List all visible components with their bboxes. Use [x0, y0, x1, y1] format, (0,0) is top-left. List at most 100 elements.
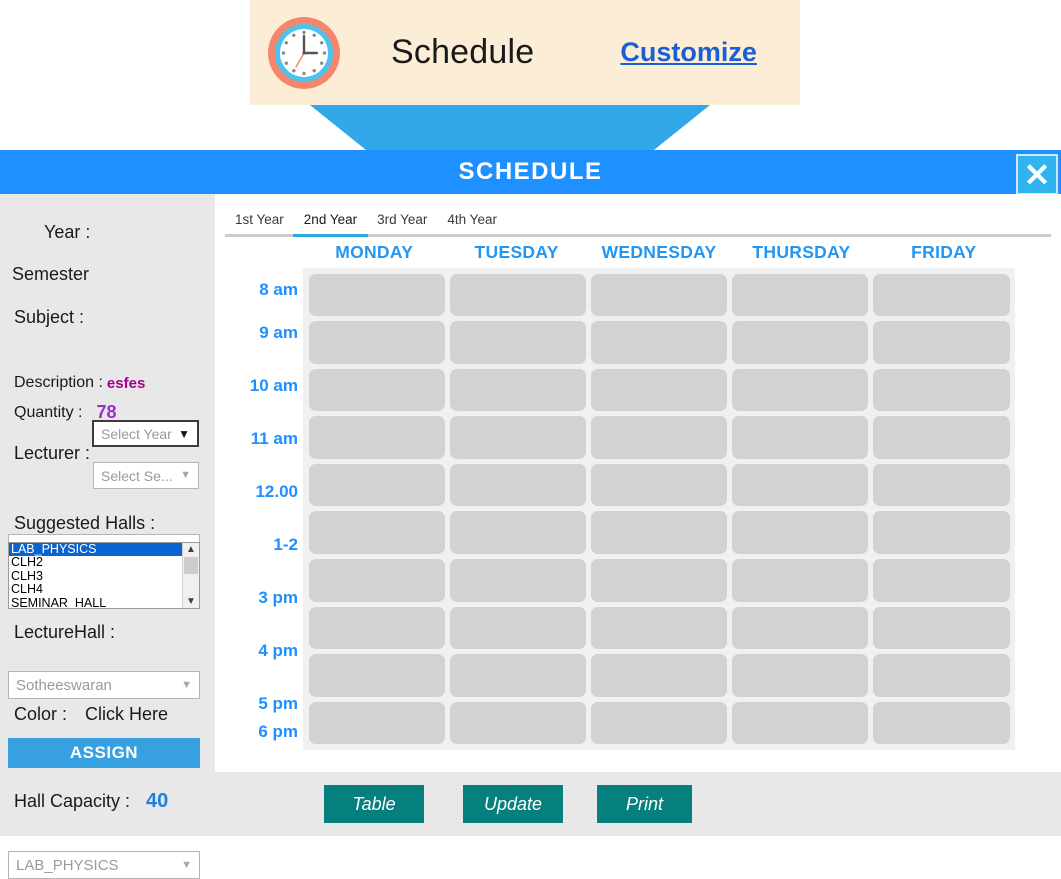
scrollbar-thumb[interactable] [184, 557, 198, 574]
schedule-cell[interactable] [308, 654, 445, 697]
customize-link[interactable]: Customize [620, 37, 757, 68]
page-title: SCHEDULE [458, 158, 603, 185]
banner-arrow [310, 105, 710, 150]
tab-year-3[interactable]: 3rd Year [367, 206, 437, 234]
schedule-cell[interactable] [449, 416, 586, 459]
schedule-cell[interactable] [308, 463, 445, 507]
grid-row [306, 461, 1012, 509]
schedule-cell[interactable] [732, 559, 869, 602]
list-item[interactable]: SEMINAR_HALL [9, 596, 183, 608]
tab-year-1[interactable]: 1st Year [225, 206, 294, 234]
schedule-cell[interactable] [308, 701, 445, 745]
year-row: Year : [44, 222, 90, 243]
schedule-cell[interactable] [449, 511, 586, 555]
color-click-here-link[interactable]: Click Here [85, 704, 168, 725]
year-label: Year : [44, 222, 91, 242]
schedule-cell[interactable] [449, 606, 586, 650]
schedule-cell[interactable] [449, 368, 586, 412]
schedule-cell[interactable] [732, 701, 869, 745]
grid-row [306, 509, 1012, 557]
schedule-cell[interactable] [590, 654, 728, 697]
scroll-up-icon[interactable]: ▲ [183, 543, 199, 556]
schedule-cell[interactable] [449, 654, 586, 697]
schedule-cell[interactable] [732, 273, 869, 317]
schedule-cell[interactable] [732, 654, 869, 697]
schedule-cell[interactable] [873, 273, 1010, 317]
list-item[interactable]: LAB_PHYSICS [9, 543, 183, 557]
schedule-cell[interactable] [873, 701, 1010, 745]
schedule-cell[interactable] [873, 511, 1010, 555]
tab-year-4[interactable]: 4th Year [437, 206, 507, 234]
schedule-cell[interactable] [590, 559, 728, 602]
update-button[interactable]: Update [463, 785, 563, 823]
schedule-cell[interactable] [732, 368, 869, 412]
scroll-down-icon[interactable]: ▼ [183, 595, 199, 608]
schedule-cell[interactable] [308, 368, 445, 412]
schedule-cell[interactable] [308, 559, 445, 602]
color-row: Color : Click Here [14, 704, 168, 725]
semester-value: Select Se... [101, 467, 173, 484]
list-item[interactable]: CLH4 [9, 582, 183, 596]
chevron-down-icon: ▼ [181, 858, 192, 871]
year-select[interactable]: Select Year ▼ [92, 420, 199, 447]
schedule-cell[interactable] [590, 606, 728, 650]
schedule-cell[interactable] [732, 463, 869, 507]
schedule-cell[interactable] [449, 559, 586, 602]
schedule-cell[interactable] [873, 654, 1010, 697]
table-button[interactable]: Table [324, 785, 424, 823]
schedule-cell[interactable] [590, 416, 728, 459]
suggested-halls-listbox[interactable]: LAB_PHYSICS CLH2 CLH3 CLH4 SEMINAR_HALL ▲ ▼ [8, 542, 200, 609]
lecturer-label: Lecturer : [14, 443, 91, 463]
schedule-cell[interactable] [590, 321, 728, 364]
schedule-cell[interactable] [308, 606, 445, 650]
description-label: Description : [14, 374, 103, 391]
chevron-down-icon: ▼ [178, 426, 190, 441]
schedule-cell[interactable] [732, 606, 869, 650]
listbox-scrollbar[interactable]: ▲ ▼ [182, 543, 199, 608]
lecturehall-label: LectureHall : [14, 622, 116, 642]
schedule-cell[interactable] [873, 606, 1010, 650]
lecturehall-select[interactable]: LAB_PHYSICS ▼ [8, 851, 200, 879]
schedule-cell[interactable] [590, 273, 728, 317]
schedule-cell[interactable] [873, 368, 1010, 412]
schedule-cell[interactable] [732, 321, 869, 364]
time-label: 11 am [250, 429, 298, 448]
assign-button[interactable]: ASSIGN [8, 738, 200, 768]
schedule-cell[interactable] [308, 511, 445, 555]
schedule-cell[interactable] [590, 463, 728, 507]
time-label: 3 pm [258, 588, 298, 607]
list-item[interactable]: CLH3 [9, 569, 183, 583]
semester-label: Semester [12, 264, 90, 284]
schedule-cell[interactable] [449, 273, 586, 317]
schedule-cell[interactable] [873, 463, 1010, 507]
time-label-column: 8 am 9 am 10 am 11 am 12.00 1-2 3 pm 4 pm 5 pm 6 … [225, 268, 301, 750]
schedule-cell[interactable] [308, 273, 445, 317]
schedule-cell[interactable] [590, 368, 728, 412]
schedule-cell[interactable] [449, 463, 586, 507]
schedule-app: Schedule Customize SCHEDULE ✕ Year : Sel… [0, 0, 1061, 879]
schedule-cell[interactable] [308, 321, 445, 364]
schedule-cell[interactable] [590, 701, 728, 745]
semester-select[interactable]: Select Se... ▼ [93, 462, 199, 489]
window-titlebar: SCHEDULE ✕ [0, 150, 1061, 195]
print-button[interactable]: Print [597, 785, 692, 823]
schedule-cell[interactable] [449, 701, 586, 745]
schedule-cell[interactable] [873, 416, 1010, 459]
chevron-down-icon: ▼ [181, 678, 192, 691]
schedule-cell[interactable] [590, 511, 728, 555]
lecturer-select[interactable]: Sotheeswaran ▼ [8, 671, 200, 699]
tab-year-2[interactable]: 2nd Year [294, 206, 367, 234]
schedule-cell[interactable] [732, 416, 869, 459]
clock-icon [265, 14, 343, 92]
list-item[interactable]: CLH2 [9, 555, 183, 569]
schedule-cell[interactable] [449, 321, 586, 364]
day-header-friday: FRIDAY [911, 242, 977, 262]
schedule-cell[interactable] [873, 321, 1010, 364]
close-icon[interactable]: ✕ [1016, 154, 1058, 195]
schedule-cell[interactable] [308, 416, 445, 459]
day-header-thursday: THURSDAY [752, 242, 851, 262]
schedule-cell[interactable] [732, 511, 869, 555]
time-label: 12.00 [255, 482, 298, 501]
schedule-cell[interactable] [873, 559, 1010, 602]
banner-title: Schedule [391, 33, 535, 71]
